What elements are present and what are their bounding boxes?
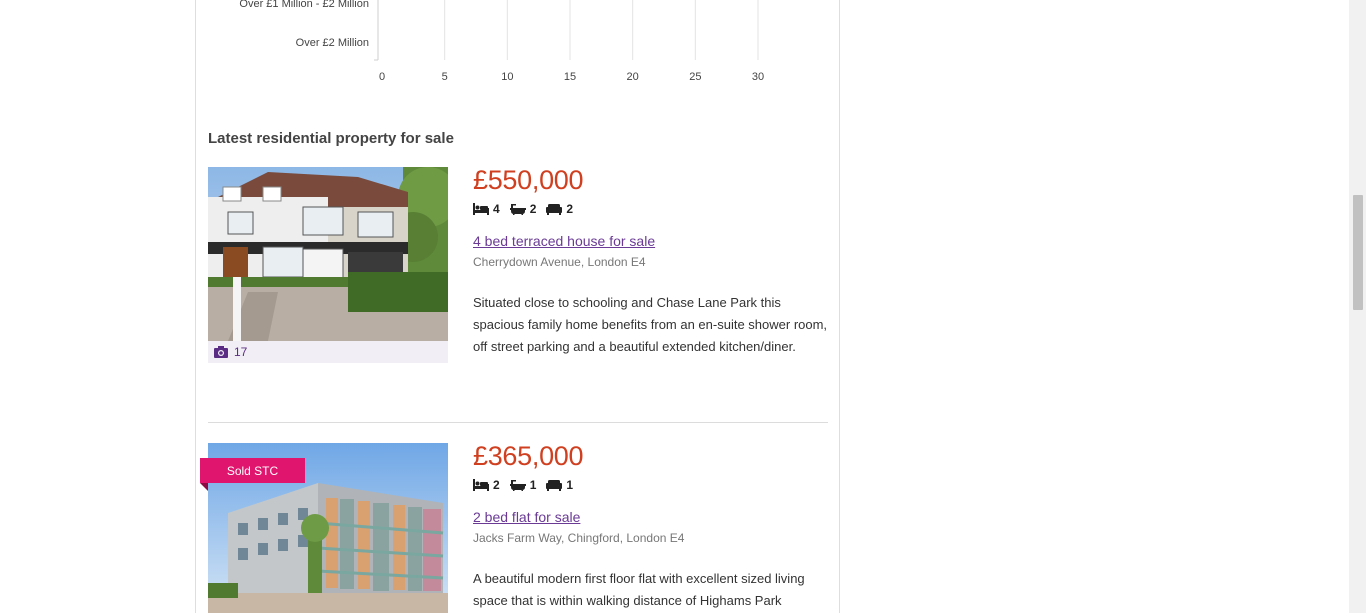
listing-price: £550,000 <box>473 165 584 195</box>
listing-divider <box>208 422 828 423</box>
listing-photo[interactable] <box>208 167 448 341</box>
category-label: Over £1 Million - £2 Million <box>239 0 369 10</box>
page-scrollbar[interactable] <box>1349 0 1366 613</box>
baths-count: 2 <box>529 202 537 216</box>
x-tick-label: 25 <box>689 71 701 83</box>
bed-icon <box>473 479 489 491</box>
x-tick-label: 10 <box>501 71 513 83</box>
beds-feature: 2 <box>473 478 500 492</box>
bath-icon <box>509 204 526 215</box>
listing-info: £550,000 4 2 2 4 bed terraced house for … <box>473 167 828 358</box>
beds-count: 2 <box>493 478 500 492</box>
x-tick-label: 20 <box>627 71 639 83</box>
x-tick-label: 5 <box>442 71 448 83</box>
receptions-feature: 2 <box>546 202 573 216</box>
photo-count: 17 <box>234 345 248 359</box>
x-tick-label: 15 <box>564 71 576 83</box>
sofa-icon <box>546 480 563 491</box>
listing-address: Cherrydown Avenue, London E4 <box>473 255 646 269</box>
listing-info: £365,000 2 1 1 2 bed flat for sale Jacks… <box>473 443 828 612</box>
scrollbar-thumb[interactable] <box>1353 195 1363 310</box>
beds-feature: 4 <box>473 202 500 216</box>
receptions-count: 2 <box>566 202 574 216</box>
listing-title-link[interactable]: 4 bed terraced house for sale <box>473 233 828 249</box>
category-label: Over £2 Million <box>296 37 369 49</box>
x-tick-label: 0 <box>379 71 385 83</box>
listing-price: £365,000 <box>473 441 584 471</box>
bath-icon <box>509 480 526 491</box>
sold-stc-badge: Sold STC <box>200 458 305 491</box>
baths-feature: 2 <box>509 202 537 216</box>
section-title: Latest residential property for sale <box>208 130 454 147</box>
listing-description: Situated close to schooling and Chase La… <box>473 295 828 354</box>
baths-count: 1 <box>529 478 537 492</box>
bed-icon <box>473 203 489 215</box>
listing-description: A beautiful modern first floor flat with… <box>473 571 805 608</box>
sofa-icon <box>546 204 563 215</box>
price-range-chart: 0 5 10 15 20 25 30 Over £1 Million - £2 Million… <box>196 0 841 95</box>
chart-svg: 0 5 10 15 20 25 30 Over £1 Million - £2 Million… <box>239 0 764 83</box>
receptions-feature: 1 <box>546 478 573 492</box>
listing-address: Jacks Farm Way, Chingford, London E4 <box>473 531 685 545</box>
main-content-column: 0 5 10 15 20 25 30 Over £1 Million - £2 Million… <box>195 0 840 613</box>
house-photo <box>208 167 448 341</box>
baths-feature: 1 <box>509 478 537 492</box>
receptions-count: 1 <box>566 478 574 492</box>
listing-title-link[interactable]: 2 bed flat for sale <box>473 509 828 525</box>
listing-features: 4 2 2 <box>473 202 828 216</box>
beds-count: 4 <box>493 202 500 216</box>
photo-count-bar[interactable]: 17 <box>208 341 448 363</box>
listing-features: 2 1 1 <box>473 478 828 492</box>
camera-icon <box>214 346 228 358</box>
x-tick-label: 30 <box>752 71 764 83</box>
